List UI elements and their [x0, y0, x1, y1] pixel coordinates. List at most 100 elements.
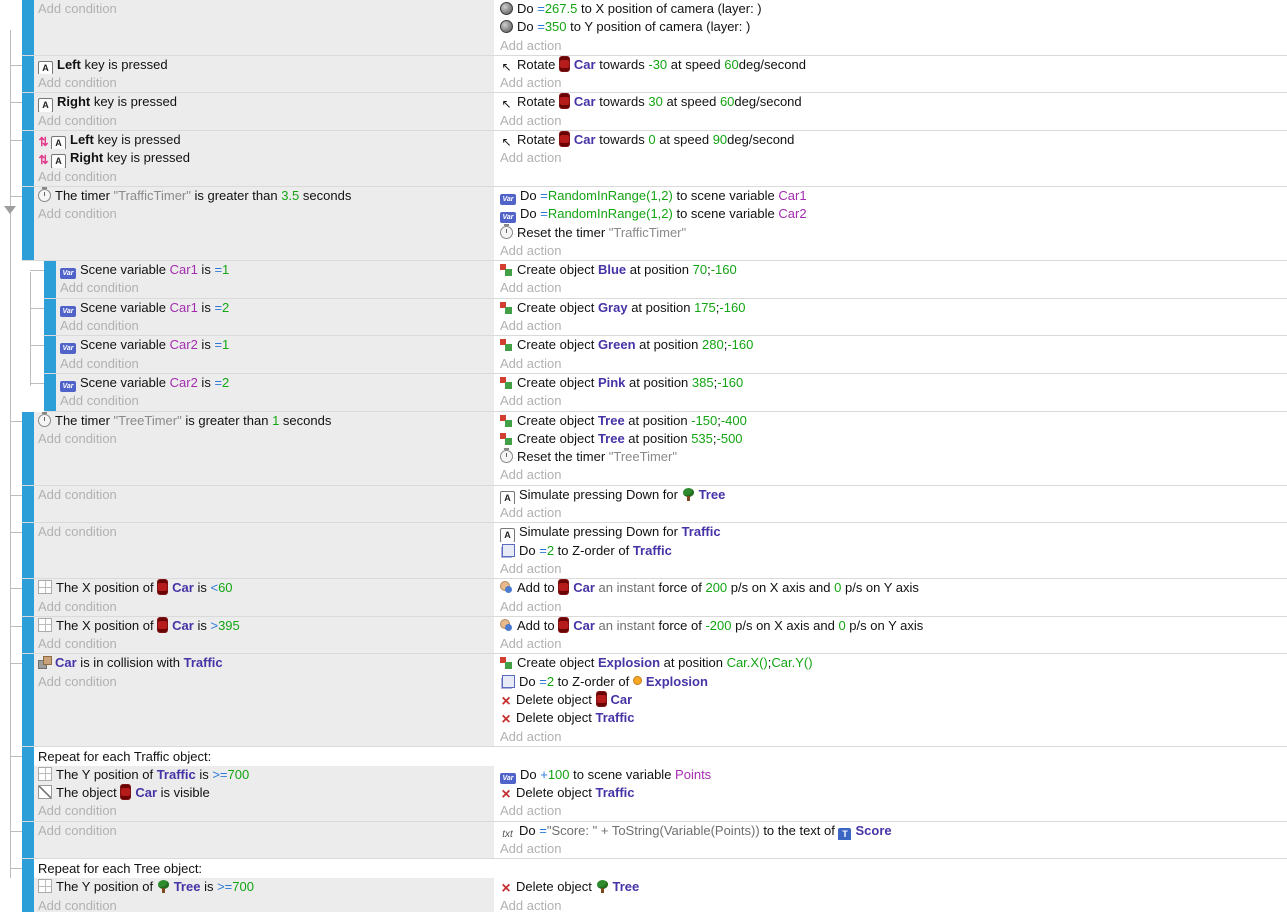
action-line[interactable]: Create object Tree at position 535;-500 — [500, 430, 1287, 448]
add-action-button[interactable]: Add action — [500, 317, 1287, 335]
add-condition-button[interactable]: Add condition — [38, 74, 494, 92]
action-line[interactable]: ↖Rotate Car towards -30 at speed 60deg/s… — [500, 56, 1287, 74]
add-condition-button[interactable]: Add condition — [60, 279, 494, 297]
condition-line[interactable]: Car is in collision with Traffic — [38, 654, 494, 672]
event-selection-bar[interactable] — [22, 617, 34, 654]
action-line[interactable]: Do =350 to Y position of camera (layer: … — [500, 18, 1287, 36]
add-action-button[interactable]: Add action — [500, 635, 1287, 653]
condition-line[interactable]: The X position of Car is >395 — [38, 617, 494, 635]
add-action-button[interactable]: Add action — [500, 355, 1287, 373]
add-action-button[interactable]: Add action — [500, 149, 1287, 167]
condition-line[interactable]: The timer "TreeTimer" is greater than 1 … — [38, 412, 494, 430]
event-selection-bar[interactable] — [22, 822, 34, 859]
condition-line[interactable]: ALeft key is pressed — [38, 56, 494, 74]
add-condition-button[interactable]: Add condition — [38, 802, 494, 820]
event-selection-bar[interactable] — [44, 261, 56, 298]
add-action-button[interactable]: Add action — [500, 560, 1287, 578]
action-line[interactable]: ↖Rotate Car towards 0 at speed 90deg/sec… — [500, 131, 1287, 149]
condition-line[interactable]: ⇅ARight key is pressed — [38, 149, 494, 167]
condition-line[interactable]: VarScene variable Car2 is =2 — [60, 374, 494, 392]
add-condition-button[interactable]: Add condition — [60, 355, 494, 373]
condition-line[interactable]: The object Car is visible — [38, 784, 494, 802]
add-action-button[interactable]: Add action — [500, 728, 1287, 746]
action-line[interactable]: ×Delete object Car — [500, 691, 1287, 709]
event-selection-bar[interactable] — [22, 0, 34, 55]
action-line[interactable]: Create object Tree at position -150;-400 — [500, 412, 1287, 430]
action-line[interactable]: ASimulate pressing Down for Tree — [500, 486, 1287, 504]
condition-line[interactable]: The Y position of Tree is >=700 — [38, 878, 494, 896]
condition-line[interactable]: The X position of Car is <60 — [38, 579, 494, 597]
action-line[interactable]: VarDo +100 to scene variable Points — [500, 766, 1287, 784]
event-selection-bar[interactable] — [44, 336, 56, 373]
add-condition-button[interactable]: Add condition — [38, 673, 494, 691]
action-line[interactable]: Reset the timer "TrafficTimer" — [500, 224, 1287, 242]
add-action-button[interactable]: Add action — [500, 74, 1287, 92]
event-selection-bar[interactable] — [22, 859, 34, 912]
add-condition-button[interactable]: Add condition — [38, 168, 494, 186]
event-selection-bar[interactable] — [22, 131, 34, 186]
add-condition-button[interactable]: Add condition — [60, 392, 494, 410]
event-selection-bar[interactable] — [44, 299, 56, 336]
action-line[interactable]: ↖Rotate Car towards 30 at speed 60deg/se… — [500, 93, 1287, 111]
action-line[interactable]: Reset the timer "TreeTimer" — [500, 448, 1287, 466]
add-action-button[interactable]: Add action — [500, 392, 1287, 410]
action-line[interactable]: Create object Explosion at position Car.… — [500, 654, 1287, 672]
add-action-button[interactable]: Add action — [500, 37, 1287, 55]
condition-line[interactable]: The Y position of Traffic is >=700 — [38, 766, 494, 784]
action-line[interactable]: Create object Gray at position 175;-160 — [500, 299, 1287, 317]
event-selection-bar[interactable] — [22, 579, 34, 616]
add-action-button[interactable]: Add action — [500, 840, 1287, 858]
add-condition-button[interactable]: Add condition — [38, 0, 494, 18]
condition-line[interactable]: VarScene variable Car1 is =1 — [60, 261, 494, 279]
action-line[interactable]: ×Delete object Traffic — [500, 784, 1287, 802]
add-action-button[interactable]: Add action — [500, 897, 1287, 912]
event-selection-bar[interactable] — [22, 486, 34, 523]
add-action-button[interactable]: Add action — [500, 466, 1287, 484]
add-condition-button[interactable]: Add condition — [38, 112, 494, 130]
repeat-event-header[interactable]: Repeat for each Traffic object: — [34, 747, 1287, 766]
action-line[interactable]: Add to Car an instant force of 200 p/s o… — [500, 579, 1287, 597]
add-action-button[interactable]: Add action — [500, 242, 1287, 260]
action-line[interactable]: Create object Pink at position 385;-160 — [500, 374, 1287, 392]
add-condition-button[interactable]: Add condition — [38, 523, 494, 541]
event-selection-bar[interactable] — [22, 654, 34, 745]
action-line[interactable]: Create object Blue at position 70;-160 — [500, 261, 1287, 279]
add-condition-button[interactable]: Add condition — [38, 486, 494, 504]
add-action-button[interactable]: Add action — [500, 112, 1287, 130]
action-line[interactable]: Create object Green at position 280;-160 — [500, 336, 1287, 354]
add-action-button[interactable]: Add action — [500, 504, 1287, 522]
action-line[interactable]: ASimulate pressing Down for Traffic — [500, 523, 1287, 541]
event-selection-bar[interactable] — [22, 187, 34, 260]
action-line[interactable]: Do =2 to Z-order of Traffic — [500, 542, 1287, 560]
condition-line[interactable]: VarScene variable Car1 is =2 — [60, 299, 494, 317]
event-selection-bar[interactable] — [22, 93, 34, 130]
action-line[interactable]: Do =2 to Z-order of Explosion — [500, 673, 1287, 691]
action-line[interactable]: Add to Car an instant force of -200 p/s … — [500, 617, 1287, 635]
add-action-button[interactable]: Add action — [500, 279, 1287, 297]
add-condition-button[interactable]: Add condition — [38, 598, 494, 616]
add-condition-button[interactable]: Add condition — [60, 317, 494, 335]
action-line[interactable]: Do =267.5 to X position of camera (layer… — [500, 0, 1287, 18]
event-selection-bar[interactable] — [22, 523, 34, 578]
action-line[interactable]: txtDo ="Score: " + ToString(Variable(Poi… — [500, 822, 1287, 840]
condition-line[interactable]: The timer "TrafficTimer" is greater than… — [38, 187, 494, 205]
add-action-button[interactable]: Add action — [500, 598, 1287, 616]
add-condition-button[interactable]: Add condition — [38, 430, 494, 448]
add-condition-button[interactable]: Add condition — [38, 635, 494, 653]
add-action-button[interactable]: Add action — [500, 802, 1287, 820]
event-selection-bar[interactable] — [22, 412, 34, 485]
repeat-event-header[interactable]: Repeat for each Tree object: — [34, 859, 1287, 878]
event-selection-bar[interactable] — [44, 374, 56, 411]
add-condition-button[interactable]: Add condition — [38, 822, 494, 840]
condition-line[interactable]: VarScene variable Car2 is =1 — [60, 336, 494, 354]
event-selection-bar[interactable] — [22, 747, 34, 821]
add-condition-button[interactable]: Add condition — [38, 205, 494, 223]
action-line[interactable]: VarDo =RandomInRange(1,2) to scene varia… — [500, 205, 1287, 223]
event-selection-bar[interactable] — [22, 56, 34, 93]
action-line[interactable]: VarDo =RandomInRange(1,2) to scene varia… — [500, 187, 1287, 205]
action-line[interactable]: ×Delete object Tree — [500, 878, 1287, 896]
condition-line[interactable]: ARight key is pressed — [38, 93, 494, 111]
condition-line[interactable]: ⇅ALeft key is pressed — [38, 131, 494, 149]
action-line[interactable]: ×Delete object Traffic — [500, 709, 1287, 727]
add-condition-button[interactable]: Add condition — [38, 897, 494, 912]
